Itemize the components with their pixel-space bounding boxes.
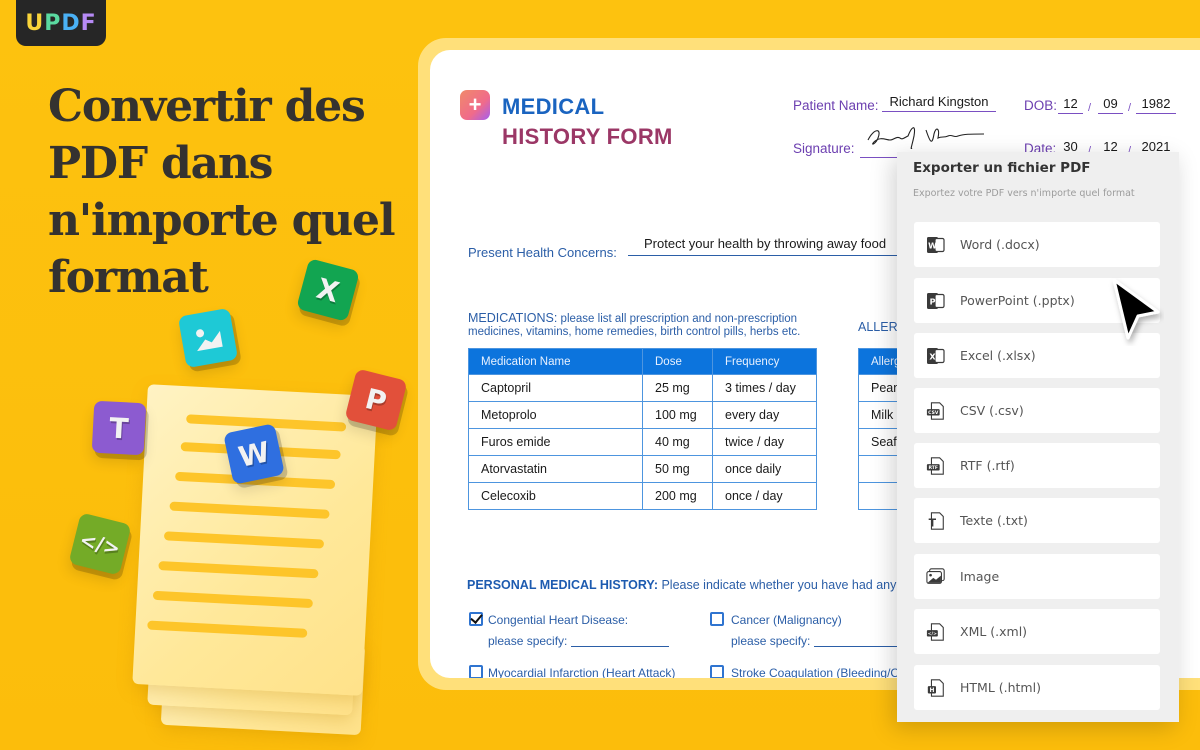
option-label: PowerPoint (.pptx)	[960, 293, 1075, 308]
svg-text:T: T	[929, 516, 937, 529]
export-option-html[interactable]: H HTML (.html)	[914, 665, 1160, 710]
myocardial-infarction-checkbox[interactable]	[469, 665, 483, 678]
option-label: XML (.xml)	[960, 624, 1028, 639]
export-option-text[interactable]: T Texte (.txt)	[914, 498, 1160, 543]
condition-label: Cancer (Malignancy)	[731, 613, 842, 627]
signature-scribble-icon	[867, 127, 985, 150]
concerns-label: Present Health Concerns:	[468, 245, 617, 260]
paper-line	[152, 590, 313, 609]
cancer-checkbox[interactable]	[710, 612, 724, 626]
csv-icon: CSV	[926, 401, 946, 421]
column-header: Dose	[642, 348, 713, 375]
svg-text:</>: </>	[928, 631, 937, 637]
svg-text:X: X	[929, 352, 936, 361]
specify-field[interactable]: please specify:	[731, 634, 913, 648]
export-option-word[interactable]: W Word (.docx)	[914, 222, 1160, 267]
powerpoint-icon: P	[926, 291, 946, 311]
image-tile-icon	[177, 307, 239, 369]
option-label: Word (.docx)	[960, 237, 1040, 252]
documents-illustration: X T W P </>	[60, 250, 440, 750]
specify-field[interactable]: please specify:	[488, 634, 670, 648]
signature-label: Signature:	[793, 141, 855, 156]
headline-line: Convertir des	[48, 81, 366, 132]
option-label: RTF (.rtf)	[960, 458, 1015, 473]
svg-text:W: W	[928, 241, 937, 250]
form-title: MEDICAL	[502, 94, 605, 119]
congenital-heart-checkbox[interactable]	[469, 612, 483, 626]
headline-line: PDF dans	[48, 138, 273, 189]
export-option-csv[interactable]: CSV CSV (.csv)	[914, 388, 1160, 433]
headline-line: n'importe quel	[48, 195, 396, 246]
updf-logo: UPDF	[16, 0, 106, 46]
medical-cross-icon: +	[460, 90, 490, 120]
text-tile-icon: T	[91, 400, 147, 456]
panel-title: Exporter un fichier PDF	[913, 160, 1091, 176]
dob-day-field[interactable]: 12	[1058, 96, 1083, 114]
xml-icon: </>	[926, 622, 946, 642]
dob-month-field[interactable]: 09	[1098, 96, 1123, 114]
table-row: Furos emide 40 mg twice / day	[468, 428, 817, 456]
medications-caption: MEDICATIONS: please list all prescriptio…	[468, 311, 801, 339]
column-header: Frequency	[712, 348, 817, 375]
paper-line	[163, 531, 325, 549]
word-tile-icon: W	[223, 423, 285, 485]
export-option-xml[interactable]: </> XML (.xml)	[914, 609, 1160, 654]
stroke-checkbox[interactable]	[710, 665, 724, 678]
export-pdf-panel: Exporter un fichier PDF Exportez votre P…	[897, 152, 1179, 722]
form-subtitle: HISTORY FORM	[502, 124, 673, 149]
image-icon	[926, 567, 946, 587]
export-option-image[interactable]: Image	[914, 554, 1160, 599]
svg-text:RTF: RTF	[929, 465, 938, 471]
dob-label: DOB:	[1024, 98, 1058, 113]
condition-label: Congential Heart Disease:	[488, 613, 629, 627]
svg-text:P: P	[930, 297, 936, 306]
table-row: Celecoxib 200 mg once / day	[468, 482, 817, 510]
concerns-field[interactable]: Protect your health by throwing away foo…	[628, 236, 908, 256]
table-header-row: Medication Name Dose Frequency	[468, 348, 817, 375]
option-label: HTML (.html)	[960, 680, 1041, 695]
export-option-rtf[interactable]: RTF RTF (.rtf)	[914, 443, 1160, 488]
paper-line	[158, 560, 319, 579]
paper-line	[147, 620, 308, 638]
excel-icon: X	[926, 346, 946, 366]
svg-text:H: H	[929, 688, 934, 694]
svg-text:CSV: CSV	[928, 410, 939, 416]
patient-name-label: Patient Name:	[793, 98, 879, 113]
column-header: Medication Name	[468, 348, 643, 375]
html-icon: H	[926, 678, 946, 698]
table-row: Metoprolo 100 mg every day	[468, 401, 817, 429]
option-label: CSV (.csv)	[960, 403, 1024, 418]
excel-tile-icon: X	[296, 258, 360, 322]
mouse-cursor-icon	[1112, 278, 1160, 340]
code-tile-icon: </>	[68, 512, 132, 576]
table-row: Captopril 25 mg 3 times / day	[468, 374, 817, 402]
paper-line	[169, 501, 330, 519]
rtf-icon: RTF	[926, 456, 946, 476]
word-icon: W	[926, 235, 946, 255]
option-label: Image	[960, 569, 1000, 584]
table-row: Atorvastatin 50 mg once daily	[468, 455, 817, 483]
condition-label: Myocardial Infarction (Heart Attack)	[488, 666, 676, 678]
patient-name-field[interactable]: Richard Kingston	[882, 94, 996, 112]
option-label: Excel (.xlsx)	[960, 348, 1036, 363]
dob-year-field[interactable]: 1982	[1136, 96, 1176, 114]
panel-subtitle: Exportez votre PDF vers n'importe quel f…	[913, 188, 1135, 199]
medications-table: Medication Name Dose Frequency Captopril…	[468, 348, 817, 510]
option-label: Texte (.txt)	[960, 513, 1028, 528]
text-file-icon: T	[926, 511, 946, 531]
